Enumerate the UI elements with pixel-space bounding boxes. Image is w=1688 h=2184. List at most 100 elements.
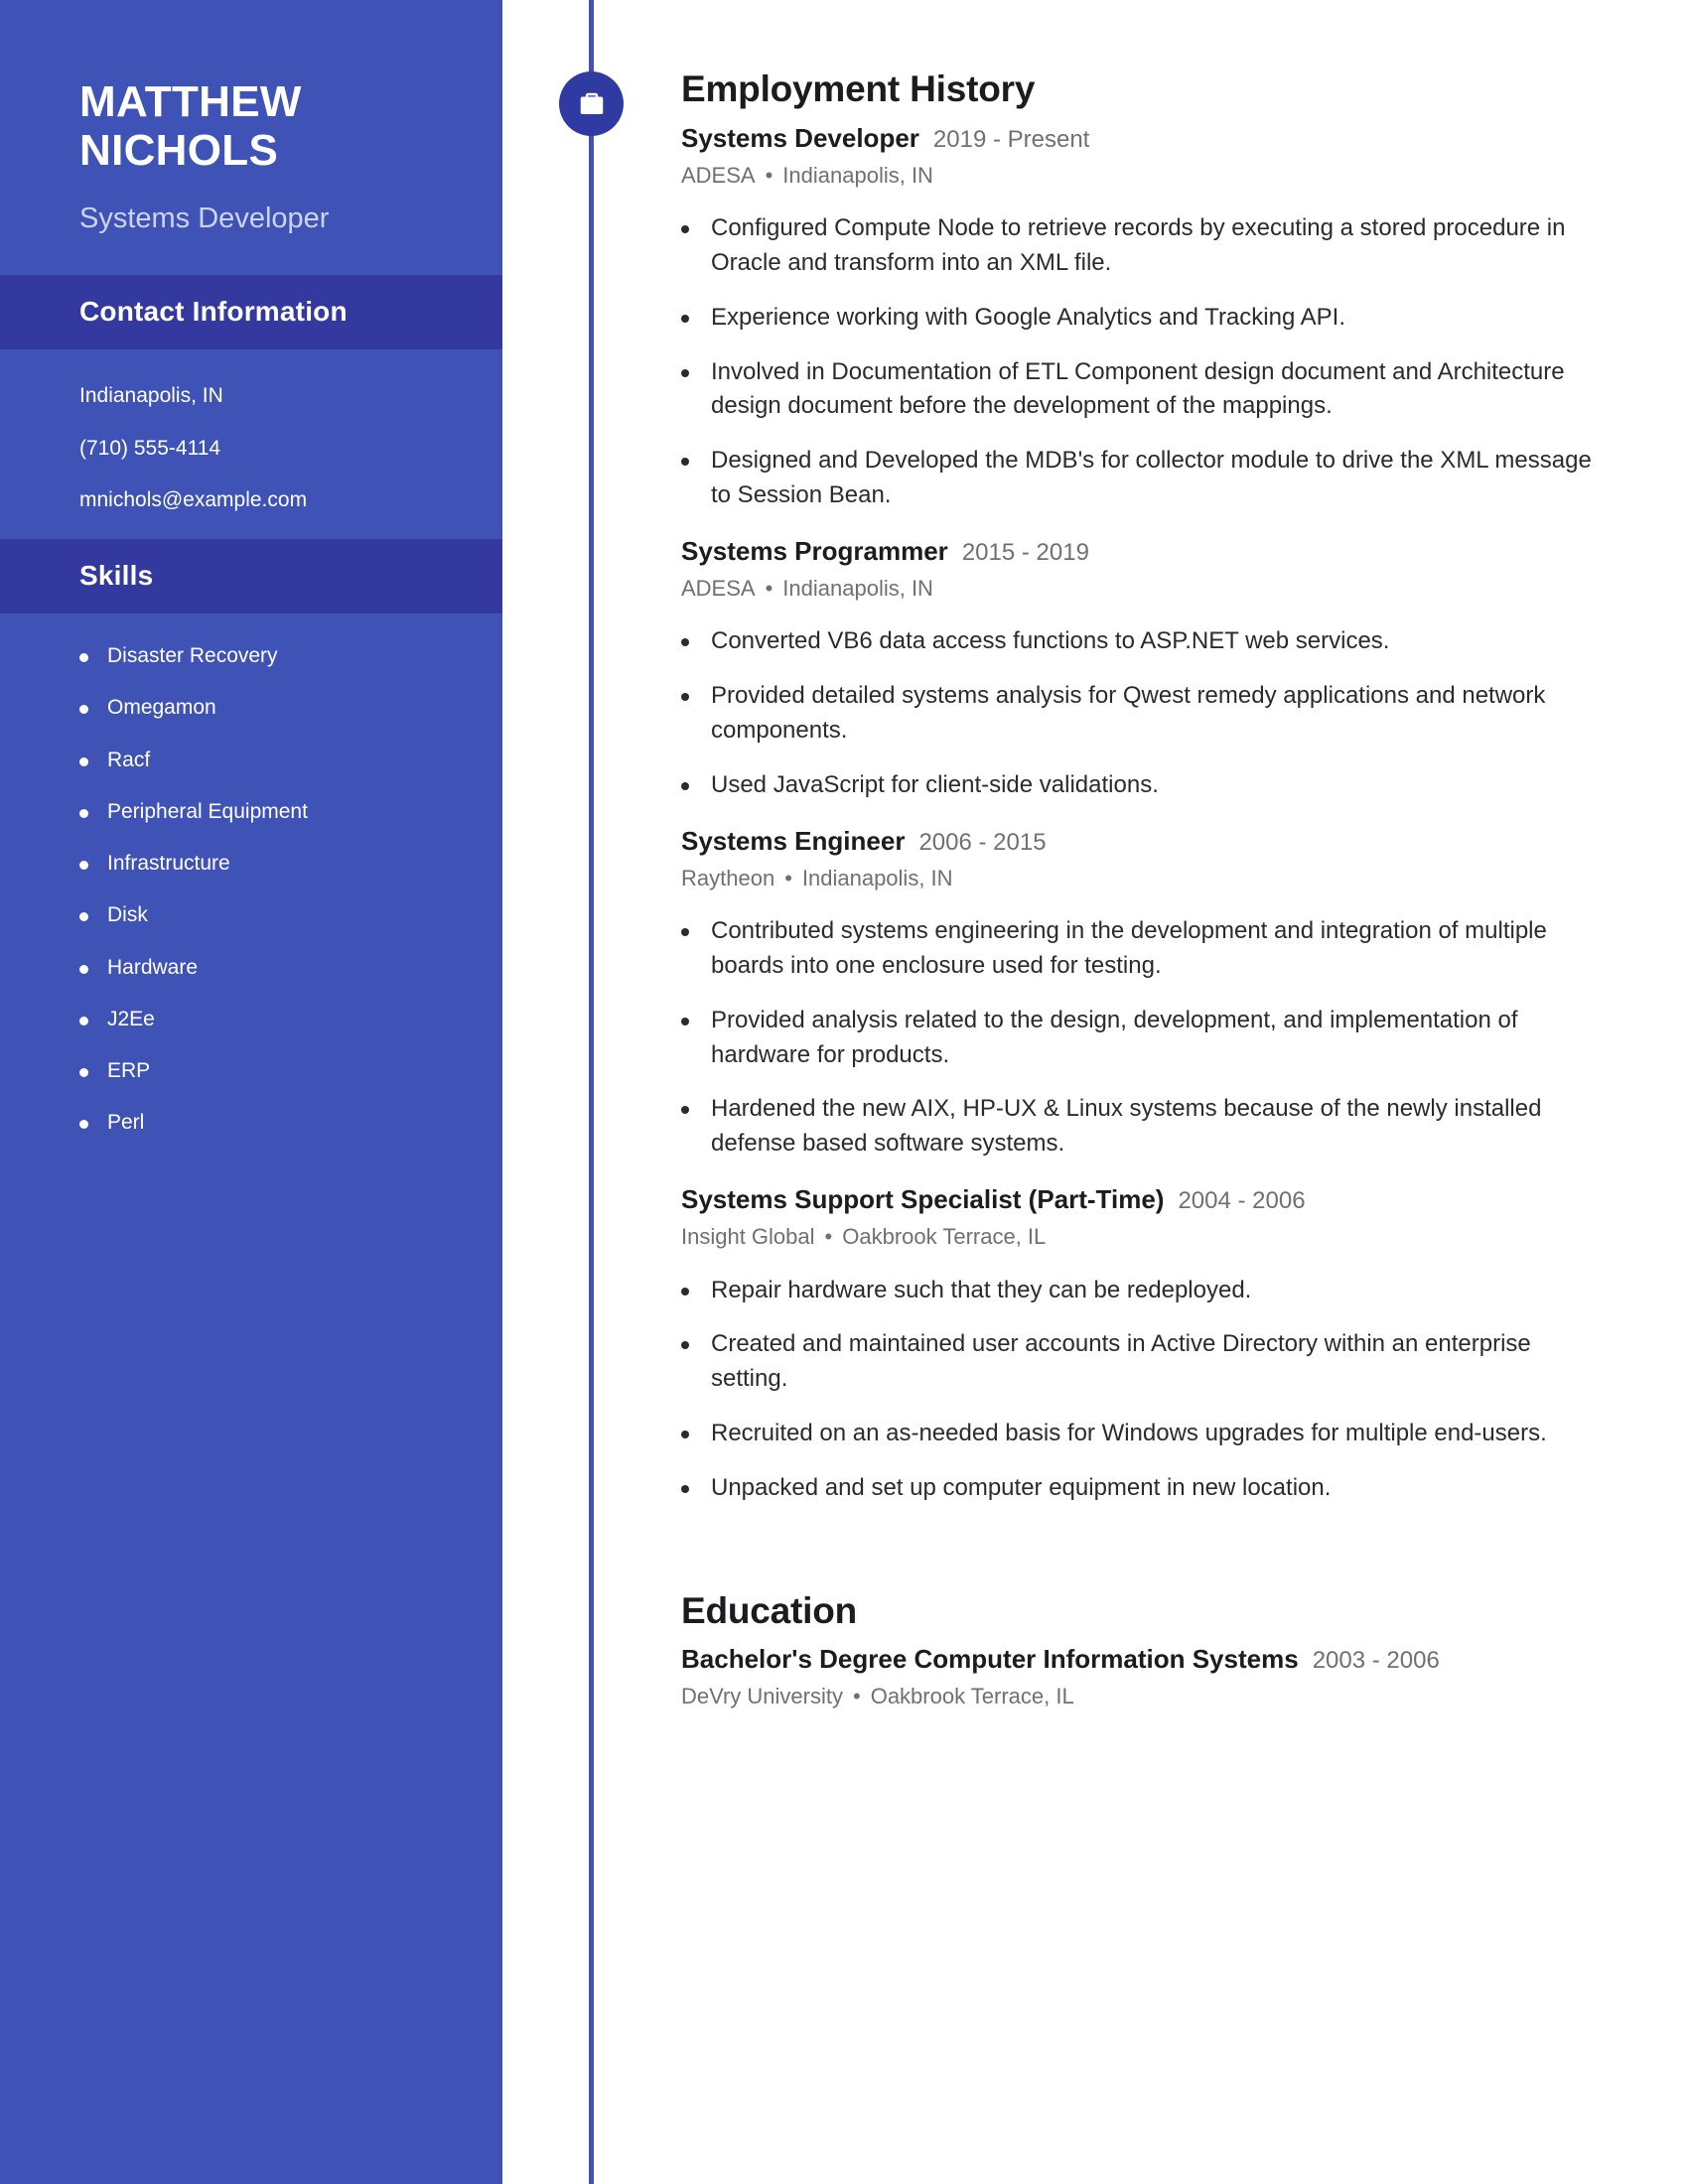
employment-entry: Systems Developer 2019 - Present ADESA • I… <box>681 122 1632 513</box>
education-entry: Bachelor's Degree Computer Information S… <box>681 1643 1632 1711</box>
list-item: Perl <box>79 1110 431 1136</box>
contact-section-body: Indianapolis, IN (710) 555-4114 mnichols… <box>0 349 502 539</box>
identity-block: MATTHEW NICHOLS Systems Developer <box>0 0 502 275</box>
contact-heading: Contact Information <box>79 296 348 328</box>
job-location: Indianapolis, IN <box>782 575 933 601</box>
bullet-dot-icon <box>681 1341 689 1350</box>
list-item: Racf <box>79 748 431 773</box>
bullet-dot-icon <box>681 314 689 323</box>
bullet-dot-icon <box>681 1017 689 1025</box>
bullet-dot-icon <box>79 964 88 974</box>
meta-separator: • <box>853 1684 861 1709</box>
meta-separator: • <box>824 1224 833 1250</box>
skills-heading: Skills <box>79 560 154 592</box>
bullet-text: Experience working with Google Analytics… <box>711 303 1345 331</box>
job-bullets: Converted VB6 data access functions to A… <box>681 624 1632 802</box>
list-item: Hardware <box>79 955 431 981</box>
bullet-text: Configured Compute Node to retrieve reco… <box>711 214 1566 277</box>
skills-list: Disaster Recovery Omegamon Racf Peripher… <box>0 614 502 1176</box>
main-content: Employment History Systems Developer 201… <box>502 0 1688 2184</box>
job-company: ADESA <box>681 162 756 188</box>
contact-section-header: Contact Information <box>0 275 502 350</box>
entry-heading: Systems Programmer 2015 - 2019 <box>681 535 1632 568</box>
bullet-dot-icon <box>79 1016 88 1025</box>
bullet-dot-icon <box>79 808 88 818</box>
bullet-text: Provided analysis related to the design,… <box>711 1006 1518 1068</box>
list-item: Infrastructure <box>79 851 431 877</box>
candidate-name: MATTHEW NICHOLS <box>79 77 302 176</box>
bullet-text: Provided detailed systems analysis for Q… <box>711 682 1546 745</box>
skill-label: Disaster Recovery <box>107 644 278 668</box>
bullet-dot-icon <box>681 638 689 647</box>
skill-label: ERP <box>107 1059 151 1083</box>
list-item: Provided analysis related to the design,… <box>681 1004 1632 1073</box>
employment-entry: Systems Programmer 2015 - 2019 ADESA • Ind… <box>681 535 1632 803</box>
list-item: Disaster Recovery <box>79 643 431 669</box>
job-bullets: Repair hardware such that they can be re… <box>681 1274 1632 1506</box>
bullet-dot-icon <box>79 912 88 922</box>
job-role: Systems Developer <box>681 122 919 153</box>
job-company: Insight Global <box>681 1224 815 1250</box>
meta-separator: • <box>784 865 792 890</box>
skill-label: Infrastructure <box>107 852 230 876</box>
skill-label: Omegamon <box>107 696 216 720</box>
bullet-dot-icon <box>681 1484 689 1493</box>
bullet-dot-icon <box>681 458 689 467</box>
job-role: Systems Engineer <box>681 825 906 856</box>
bullet-dot-icon <box>681 928 689 937</box>
school-location: Oakbrook Terrace, IL <box>870 1684 1074 1709</box>
job-location: Indianapolis, IN <box>801 865 953 890</box>
job-role: Systems Support Specialist (Part-Time) <box>681 1184 1165 1215</box>
bullet-text: Converted VB6 data access functions to A… <box>711 627 1390 655</box>
bullet-dot-icon <box>79 1068 88 1078</box>
contact-phone[interactable]: (710) 555-4114 <box>79 436 431 462</box>
sidebar: MATTHEW NICHOLS Systems Developer Contac… <box>0 0 502 2184</box>
entry-meta: Raytheon • Indianapolis, IN <box>681 865 1632 893</box>
job-company: Raytheon <box>681 865 775 890</box>
contact-location: Indianapolis, IN <box>79 384 223 408</box>
bullet-text: Created and maintained user accounts in … <box>711 1330 1531 1393</box>
degree-dates: 2003 - 2006 <box>1312 1647 1440 1675</box>
bullet-text: Involved in Documentation of ETL Compone… <box>711 357 1565 420</box>
bullet-text: Contributed systems engineering in the d… <box>711 917 1547 980</box>
bullet-dot-icon <box>681 781 689 790</box>
bullet-text: Recruited on an as-needed basis for Wind… <box>711 1420 1547 1446</box>
bullet-dot-icon <box>681 368 689 377</box>
meta-separator: • <box>765 162 774 188</box>
employment-entry: Systems Support Specialist (Part-Time) 2… <box>681 1183 1632 1506</box>
skill-label: Perl <box>107 1111 145 1135</box>
resume-page: MATTHEW NICHOLS Systems Developer Contac… <box>0 0 1688 2184</box>
list-item: J2Ee <box>79 1007 431 1032</box>
list-item: Recruited on an as-needed basis for Wind… <box>681 1417 1632 1451</box>
contact-email[interactable]: mnichols@example.com <box>79 487 431 513</box>
list-item: Peripheral Equipment <box>79 799 431 825</box>
list-item: Experience working with Google Analytics… <box>681 301 1632 336</box>
job-bullets: Configured Compute Node to retrieve reco… <box>681 211 1632 513</box>
list-item: Created and maintained user accounts in … <box>681 1327 1632 1397</box>
section-title-education: Education <box>681 1589 858 1631</box>
job-bullets: Contributed systems engineering in the d… <box>681 914 1632 1161</box>
bullet-dot-icon <box>79 705 88 715</box>
skill-label: Hardware <box>107 955 199 979</box>
list-item: Repair hardware such that they can be re… <box>681 1274 1632 1308</box>
list-item: Provided detailed systems analysis for Q… <box>681 679 1632 749</box>
bullet-dot-icon <box>79 861 88 871</box>
list-item: Used JavaScript for client-side validati… <box>681 768 1632 803</box>
briefcase-icon <box>559 71 624 136</box>
list-item: Involved in Documentation of ETL Compone… <box>681 355 1632 425</box>
entry-meta: ADESA • Indianapolis, IN <box>681 162 1632 191</box>
bullet-text: Used JavaScript for client-side validati… <box>711 770 1159 798</box>
entry-heading: Systems Developer 2019 - Present <box>681 122 1632 155</box>
degree-name: Bachelor's Degree Computer Information S… <box>681 1644 1299 1675</box>
list-item: Contributed systems engineering in the d… <box>681 914 1632 984</box>
list-item: Converted VB6 data access functions to A… <box>681 624 1632 659</box>
bullet-dot-icon <box>79 756 88 766</box>
employment-entry: Systems Engineer 2006 - 2015 Raytheon • In… <box>681 825 1632 1161</box>
bullet-dot-icon <box>681 1287 689 1296</box>
candidate-job-title: Systems Developer <box>79 202 330 234</box>
bullet-dot-icon <box>681 1106 689 1115</box>
list-item: Omegamon <box>79 695 431 721</box>
entry-heading: Systems Engineer 2006 - 2015 <box>681 825 1632 858</box>
bullet-dot-icon <box>681 693 689 702</box>
job-location: Oakbrook Terrace, IL <box>842 1224 1047 1250</box>
